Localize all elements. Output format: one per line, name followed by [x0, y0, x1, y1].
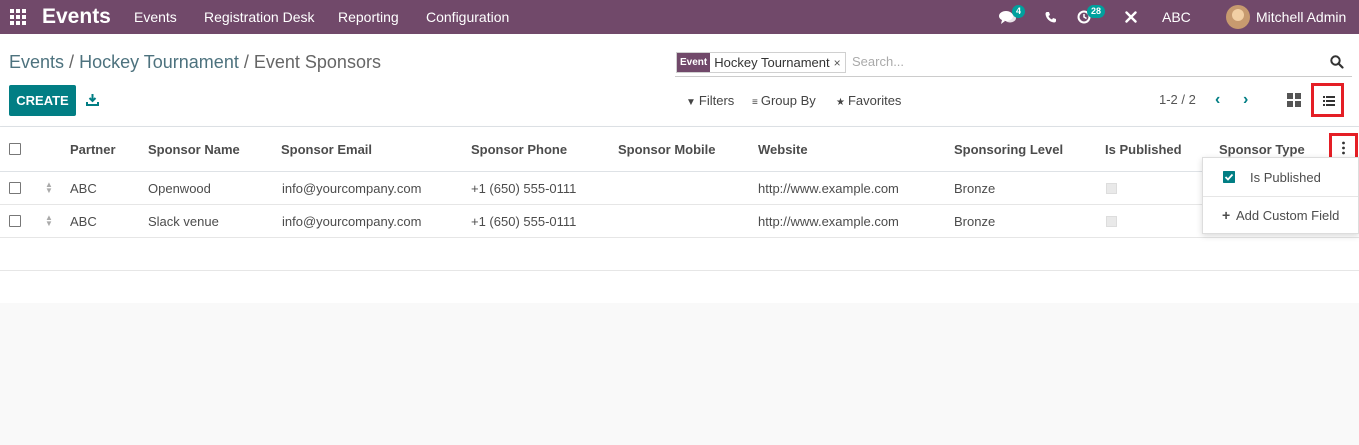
app-brand[interactable]: Events: [42, 5, 111, 29]
groupby-icon: ≡: [752, 97, 758, 108]
table-row[interactable]: ▲ ▼ ABC Slack venue info@yourcompany.com …: [0, 205, 1359, 238]
plus-icon: +: [1222, 207, 1231, 223]
search-bar: Event Hockey Tournament ×: [675, 51, 1352, 77]
col-sponsor-phone[interactable]: Sponsor Phone: [471, 142, 567, 157]
empty-content-area: [0, 303, 1359, 445]
cell-sponsor-name: Openwood: [148, 181, 211, 196]
groupby-label: Group By: [760, 93, 816, 108]
cell-is-published-checkbox: [1106, 216, 1117, 227]
col-sponsor-name[interactable]: Sponsor Name: [148, 142, 240, 157]
cell-sponsor-phone: +1 (650) 555-0111: [471, 214, 577, 229]
breadcrumb-separator: /: [243, 52, 249, 72]
breadcrumb-separator: /: [69, 52, 75, 72]
select-all-checkbox[interactable]: [9, 143, 21, 155]
phone-icon[interactable]: [1045, 11, 1057, 23]
cell-sponsor-email: info@yourcompany.com: [282, 214, 422, 229]
table-header: Partner Sponsor Name Sponsor Email Spons…: [0, 127, 1359, 172]
optional-column-label: Is Published: [1250, 170, 1321, 185]
menu-registration-desk[interactable]: Registration Desk: [204, 9, 315, 25]
table-row[interactable]: ▲ ▼ ABC Openwood info@yourcompany.com +1 …: [0, 172, 1359, 205]
drag-handle-icon[interactable]: ▲ ▼: [45, 181, 53, 195]
col-website[interactable]: Website: [758, 142, 808, 157]
favorites-label: Favorites: [847, 93, 902, 108]
cell-website: http://www.example.com: [758, 214, 899, 229]
user-avatar[interactable]: [1226, 5, 1250, 29]
user-name[interactable]: Mitchell Admin: [1256, 9, 1346, 25]
apps-menu-icon[interactable]: [10, 9, 26, 25]
list-view-button[interactable]: [1311, 83, 1344, 117]
breadcrumb: Events / Hockey Tournament / Event Spons…: [9, 52, 381, 73]
col-partner[interactable]: Partner: [70, 142, 116, 157]
pager-value[interactable]: 1-2 / 2: [1159, 92, 1196, 107]
checkbox-checked-icon[interactable]: [1223, 171, 1235, 183]
breadcrumb-hockey-tournament[interactable]: Hockey Tournament: [79, 52, 239, 72]
drag-handle-icon[interactable]: ▲ ▼: [45, 214, 53, 228]
menu-reporting[interactable]: Reporting: [338, 9, 399, 25]
cell-website: http://www.example.com: [758, 181, 899, 196]
empty-row: [0, 238, 1359, 271]
activities-badge: 28: [1087, 5, 1106, 18]
col-sponsor-email[interactable]: Sponsor Email: [281, 142, 372, 157]
create-button[interactable]: CREATE: [9, 85, 76, 116]
facet-remove-icon[interactable]: ×: [834, 53, 845, 72]
row-checkbox[interactable]: [9, 215, 21, 227]
col-sponsoring-level[interactable]: Sponsoring Level: [954, 142, 1063, 157]
row-checkbox[interactable]: [9, 182, 21, 194]
cell-sponsoring-level: Bronze: [954, 181, 996, 196]
filters-button[interactable]: ▼ Filters: [686, 93, 734, 108]
search-input[interactable]: [852, 54, 1322, 69]
cell-partner: ABC: [70, 181, 97, 196]
facet-value: Hockey Tournament: [714, 55, 830, 70]
search-icon[interactable]: [1330, 55, 1344, 69]
cell-sponsor-email: info@yourcompany.com: [282, 181, 422, 196]
empty-row: [0, 271, 1359, 304]
cell-sponsoring-level: Bronze: [954, 214, 996, 229]
col-sponsor-type[interactable]: Sponsor Type: [1219, 142, 1305, 157]
cell-sponsor-phone: +1 (650) 555-0111: [471, 181, 577, 196]
cell-is-published-checkbox: [1106, 183, 1117, 194]
menu-events[interactable]: Events: [134, 9, 177, 25]
col-is-published[interactable]: Is Published: [1105, 142, 1182, 157]
messages-badge: 4: [1012, 5, 1026, 18]
menu-configuration[interactable]: Configuration: [426, 9, 509, 25]
search-facet: Event Hockey Tournament ×: [676, 52, 846, 73]
col-sponsor-mobile[interactable]: Sponsor Mobile: [618, 142, 716, 157]
sponsors-table: Partner Sponsor Name Sponsor Email Spons…: [0, 127, 1359, 304]
download-icon[interactable]: [86, 93, 99, 106]
cell-partner: ABC: [70, 214, 97, 229]
pager-previous-icon[interactable]: ‹: [1215, 91, 1220, 109]
filter-icon: ▼: [686, 97, 696, 108]
favorites-button[interactable]: ★ Favorites: [836, 93, 901, 108]
company-switcher[interactable]: ABC: [1162, 9, 1191, 25]
breadcrumb-current: Event Sponsors: [253, 52, 381, 72]
kanban-view-icon[interactable]: [1287, 93, 1301, 107]
star-icon: ★: [836, 97, 845, 108]
add-custom-field-button[interactable]: + Add Custom Field: [1203, 197, 1358, 234]
optional-columns-dropdown: Is Published + Add Custom Field: [1202, 157, 1359, 234]
list-view-icon: [1323, 96, 1335, 106]
facet-label: Event: [677, 53, 711, 72]
tools-close-icon[interactable]: [1125, 11, 1137, 23]
kebab-menu-icon: [1342, 141, 1345, 155]
breadcrumb-events[interactable]: Events: [9, 52, 64, 72]
control-panel: Events / Hockey Tournament / Event Spons…: [0, 34, 1359, 127]
filters-label: Filters: [698, 93, 735, 108]
pager-next-icon[interactable]: ›: [1243, 91, 1248, 109]
groupby-button[interactable]: ≡ Group By: [752, 93, 816, 108]
top-navbar: Events Events Registration Desk Reportin…: [0, 0, 1359, 34]
optional-column-is-published[interactable]: Is Published: [1203, 158, 1358, 196]
cell-sponsor-name: Slack venue: [148, 214, 219, 229]
add-custom-field-label: Add Custom Field: [1236, 208, 1340, 223]
